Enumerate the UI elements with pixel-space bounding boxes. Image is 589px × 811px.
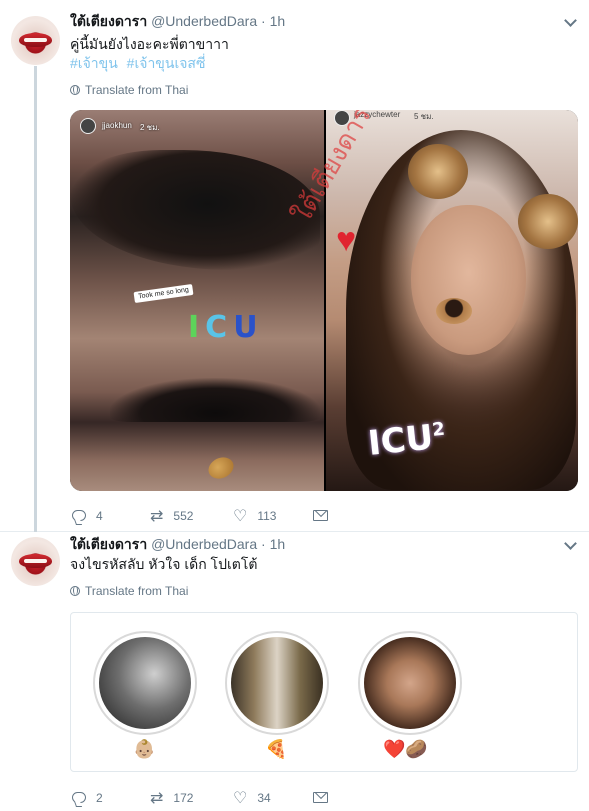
face-image	[411, 205, 526, 355]
highlight-label: 🍕	[265, 739, 288, 760]
story-user-avatar	[80, 118, 96, 134]
story-time: 2 ชม.	[140, 123, 160, 132]
retweet-count: 552	[173, 508, 194, 523]
retweet-button[interactable]: ⇄ 172	[150, 788, 233, 807]
highlight-image	[99, 637, 191, 729]
heart-icon: ♡	[233, 788, 248, 807]
story-time: 5 ชม.	[414, 112, 434, 121]
translate-link[interactable]: Translate from Thai	[70, 584, 188, 598]
display-name[interactable]: ใต้เตียงดารา	[70, 13, 147, 29]
icu-superscript: 2	[431, 418, 446, 441]
chevron-down-icon[interactable]	[564, 14, 577, 27]
user-handle[interactable]: @UnderbedDara	[151, 536, 257, 552]
avatar-teeth-image	[24, 38, 47, 42]
hashtag-link[interactable]: #เจ้าขุนเจสซี่	[127, 55, 206, 71]
tweet-header: ใต้เตียงดารา @UnderbedDara · 1h	[70, 11, 285, 33]
translate-link[interactable]: Translate from Thai	[70, 83, 188, 97]
thread-line	[34, 66, 37, 532]
reply-button[interactable]: 4	[72, 509, 150, 523]
avatar[interactable]	[11, 16, 60, 65]
tweet-actions: 2 ⇄ 172 ♡ 34	[72, 788, 328, 807]
like-count: 34	[257, 790, 271, 805]
hashtag-link[interactable]: #เจ้าขุน	[70, 55, 118, 71]
like-button[interactable]: ♡ 34	[233, 788, 313, 807]
like-button[interactable]: ♡ 113	[233, 506, 313, 525]
reply-icon	[72, 510, 86, 521]
envelope-icon	[313, 792, 328, 803]
highlight-image	[231, 637, 323, 729]
icu-sticker-right: ICU2	[366, 416, 448, 464]
media-photo-left[interactable]: jjaokhun 2 ชม. Took me so long ICU	[70, 110, 324, 491]
tweet-header: ใต้เตียงดารา @UnderbedDara · 1h	[70, 534, 285, 556]
tweet-media[interactable]: jjaokhun 2 ชม. Took me so long ICU ♥ jaz…	[70, 110, 578, 491]
heart-sticker: ♥	[336, 221, 357, 259]
icu-sticker-left: ICU	[188, 310, 264, 345]
story-highlights-card[interactable]: 👶🏼 🍕 ❤️🥔	[70, 612, 578, 772]
media-photo-right[interactable]: ♥ jazzychewter 5 ชม. ICU2	[326, 110, 578, 491]
message-button[interactable]	[313, 792, 328, 803]
chevron-down-icon[interactable]	[564, 537, 577, 550]
avatar-teeth-image	[24, 559, 47, 563]
like-count: 113	[257, 508, 277, 523]
icu-text: ICU	[366, 417, 436, 464]
avatar[interactable]	[11, 537, 60, 586]
tweet-actions: 4 ⇄ 552 ♡ 113	[72, 506, 328, 525]
retweet-count: 172	[173, 790, 194, 805]
dog-nose-sticker	[436, 298, 472, 324]
heart-icon: ♡	[233, 506, 248, 525]
display-name[interactable]: ใต้เตียงดารา	[70, 536, 147, 552]
potato-sticker	[204, 453, 238, 483]
translate-label: Translate from Thai	[85, 83, 189, 97]
eyelash-image	[110, 378, 320, 422]
story-caption: Took me so long	[133, 283, 194, 304]
story-username: jjaokhun	[102, 121, 132, 130]
reply-icon	[72, 792, 86, 803]
highlight-label: 👶🏼	[133, 739, 156, 760]
tweet-1[interactable]: ใต้เตียงดารา @UnderbedDara · 1h คู่นี้มั…	[0, 0, 589, 532]
retweet-icon: ⇄	[150, 788, 164, 807]
story-highlight-3[interactable]	[358, 631, 462, 735]
retweet-button[interactable]: ⇄ 552	[150, 506, 233, 525]
highlight-image	[364, 637, 456, 729]
reply-count: 2	[96, 790, 103, 805]
user-handle[interactable]: @UnderbedDara	[151, 13, 257, 29]
tweet-text: จงไขรหัสลับ หัวใจ เด็ก โปเตโต้	[70, 556, 258, 572]
envelope-icon	[313, 510, 328, 521]
message-button[interactable]	[313, 510, 328, 521]
globe-icon	[70, 85, 80, 95]
highlight-label: ❤️🥔	[383, 739, 428, 760]
tweet-time[interactable]: · 1h	[261, 536, 285, 552]
reply-count: 4	[96, 508, 103, 523]
dog-ear-right-sticker	[518, 194, 578, 249]
tweet-time[interactable]: · 1h	[261, 13, 285, 29]
retweet-icon: ⇄	[150, 506, 164, 525]
reply-button[interactable]: 2	[72, 791, 150, 805]
tweet-text: คู่นี้มันยังไงอะคะพี่ตาขาาา	[70, 36, 229, 52]
translate-label: Translate from Thai	[85, 584, 189, 598]
hashtags: #เจ้าขุน #เจ้าขุนเจสซี่	[70, 53, 210, 75]
globe-icon	[70, 586, 80, 596]
dog-ear-left-sticker	[408, 144, 468, 199]
tweet-2[interactable]: ใต้เตียงดารา @UnderbedDara · 1h จงไขรหัส…	[0, 532, 589, 811]
story-highlight-2[interactable]	[225, 631, 329, 735]
story-highlight-1[interactable]	[93, 631, 197, 735]
